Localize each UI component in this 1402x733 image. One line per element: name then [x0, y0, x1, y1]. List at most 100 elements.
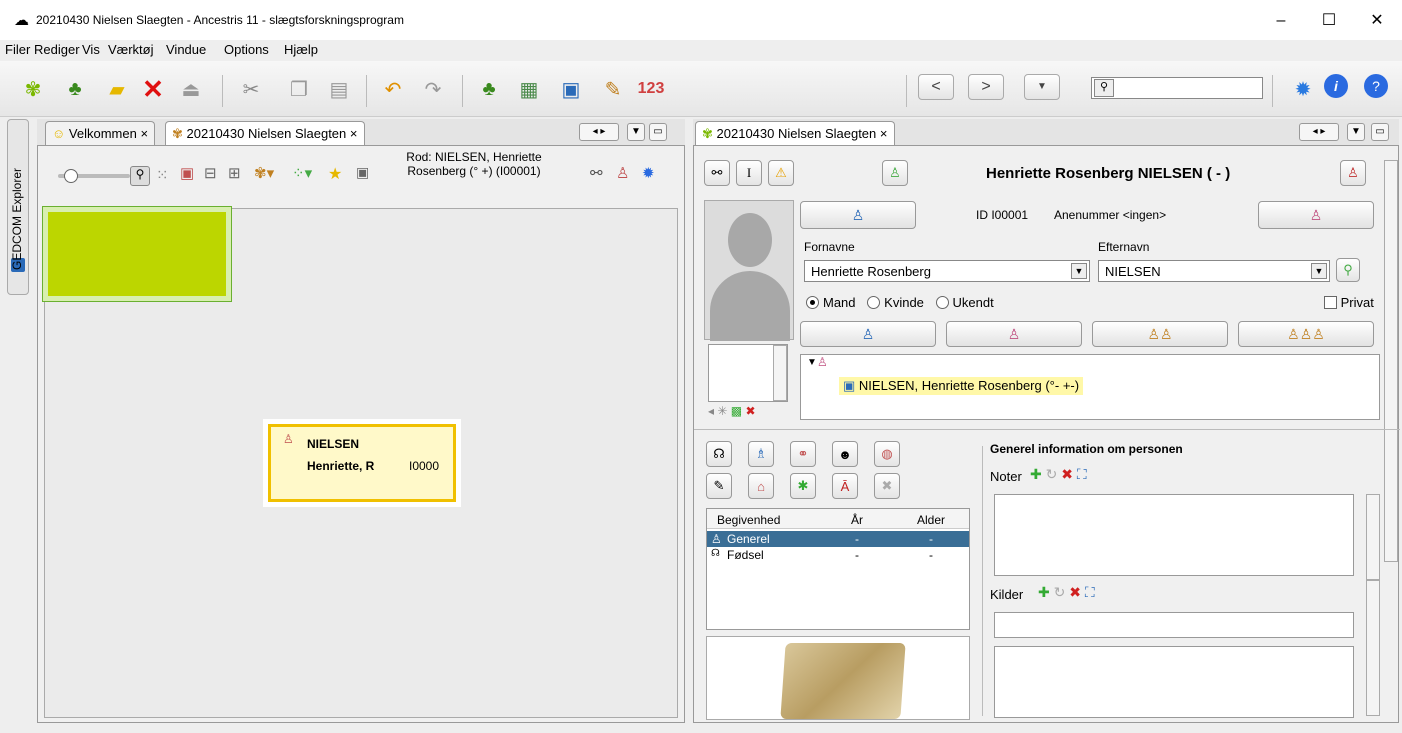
- menu-hjaelp[interactable]: Hjælp: [284, 42, 318, 57]
- nav-history-dropdown[interactable]: ▼: [1024, 74, 1060, 100]
- tree-icon[interactable]: ♣: [60, 74, 90, 104]
- mother-button[interactable]: ♙: [1258, 201, 1374, 229]
- events-table[interactable]: Begivenhed År Alder ♙ Generel - - ☊ Føds…: [706, 508, 970, 630]
- kilder-scrollbar[interactable]: [1366, 580, 1380, 716]
- add-mother-button[interactable]: ♙: [946, 321, 1082, 347]
- redo-icon[interactable]: ↷: [418, 74, 448, 104]
- refresh-source-icon[interactable]: ↻: [1054, 584, 1066, 600]
- birth-event-button[interactable]: ☊: [706, 441, 732, 467]
- maximize-panel-button[interactable]: ▭: [649, 123, 667, 141]
- undo-icon[interactable]: ↶: [378, 74, 408, 104]
- delete-event-button[interactable]: ✖: [874, 473, 900, 499]
- add-source-icon[interactable]: ✚: [1038, 584, 1050, 600]
- table-row[interactable]: ♙ Generel - -: [707, 531, 969, 547]
- kilder-list[interactable]: [994, 646, 1354, 718]
- residence-event-button[interactable]: ✎: [706, 473, 732, 499]
- zoom-fit-icon[interactable]: ⚲: [130, 166, 150, 186]
- tab-list-button[interactable]: ▼: [1347, 123, 1365, 141]
- overview-viewport[interactable]: [48, 212, 226, 296]
- tab-tree-view[interactable]: ✾ 20210430 Nielsen Slaegten ×: [165, 121, 365, 145]
- sex-ukendt-option[interactable]: Ukendt: [935, 295, 994, 310]
- menu-rediger[interactable]: Rediger: [34, 42, 80, 57]
- tab-person-editor[interactable]: ✾ 20210430 Nielsen Slaegten ×: [695, 121, 895, 145]
- marriage-event-button[interactable]: ⚭: [790, 441, 816, 467]
- occupation-event-button[interactable]: ☻: [832, 441, 858, 467]
- nav-forward-button[interactable]: >: [968, 74, 1004, 100]
- editor-scrollbar[interactable]: [1384, 160, 1398, 562]
- death-event-button[interactable]: ◍: [874, 441, 900, 467]
- open-folder-icon[interactable]: ▰: [102, 74, 132, 104]
- father-button[interactable]: ♙: [800, 201, 916, 229]
- photo-frame[interactable]: [704, 200, 794, 341]
- expand-source-icon[interactable]: ⛶: [1085, 584, 1095, 600]
- efternavn-dropdown-icon[interactable]: ▼: [1311, 263, 1327, 279]
- star-icon[interactable]: ★: [328, 164, 342, 184]
- name-search-button[interactable]: ⚲: [1336, 258, 1360, 282]
- table-row[interactable]: ☊ Fødsel - -: [707, 547, 969, 563]
- events-header-aar[interactable]: År: [851, 513, 863, 527]
- info-icon[interactable]: i: [1324, 74, 1348, 98]
- copy-icon[interactable]: ❐: [284, 74, 314, 104]
- fornavne-field[interactable]: Henriette Rosenberg ▼: [804, 260, 1090, 282]
- sex-kvinde-option[interactable]: Kvinde: [867, 295, 924, 310]
- kilder-input[interactable]: [994, 612, 1354, 638]
- delete-note-icon[interactable]: ✖: [1061, 466, 1073, 482]
- travel-event-button[interactable]: ✱: [790, 473, 816, 499]
- grid-icon[interactable]: ⁙: [156, 166, 169, 184]
- privat-check-box[interactable]: [1324, 296, 1337, 309]
- link-icon[interactable]: ⚯: [590, 164, 603, 182]
- menu-vis[interactable]: Vis: [82, 42, 100, 57]
- family-tree-list[interactable]: ▼ ♙ ▣ NIELSEN, Henriette Rosenberg (°- +…: [800, 354, 1380, 420]
- expand-note-icon[interactable]: ⛶: [1077, 466, 1087, 482]
- search-icon[interactable]: ⚲: [1094, 79, 1114, 97]
- expand-node-icon[interactable]: ▼: [807, 357, 817, 368]
- add-person-button[interactable]: ♙: [882, 160, 908, 186]
- sex-kvinde-radio[interactable]: [867, 296, 881, 309]
- link-button[interactable]: ⚯: [704, 160, 730, 186]
- menu-vaerktoej[interactable]: Værktøj: [108, 42, 154, 57]
- media-delete-icon[interactable]: ✖: [745, 404, 755, 418]
- add-father-button[interactable]: ♙: [800, 321, 936, 347]
- settings-gear-icon[interactable]: ✹: [1288, 74, 1318, 104]
- descendants-icon[interactable]: ⁘▾: [292, 164, 312, 182]
- close-tab-icon[interactable]: ×: [880, 126, 888, 141]
- upload-icon[interactable]: ⏏: [176, 74, 206, 104]
- add-children-button[interactable]: ♙♙♙: [1238, 321, 1374, 347]
- privat-checkbox[interactable]: Privat: [1324, 295, 1374, 310]
- menu-vindue[interactable]: Vindue: [166, 42, 206, 57]
- person-card[interactable]: ♙ NIELSEN Henriette, R I0000: [263, 419, 461, 507]
- efternavn-field[interactable]: NIELSEN ▼: [1098, 260, 1330, 282]
- warning-icon[interactable]: ⚠: [768, 160, 794, 186]
- refresh-note-icon[interactable]: ↻: [1046, 466, 1058, 482]
- tab-velkommen[interactable]: ☺ Velkommen ×: [45, 121, 156, 145]
- camera-icon[interactable]: ▣: [356, 164, 369, 181]
- sex-mand-radio[interactable]: [806, 296, 819, 309]
- close-tab-icon[interactable]: ×: [140, 126, 148, 141]
- calculator-icon[interactable]: ▦: [514, 74, 544, 104]
- maximize-panel-button[interactable]: ▭: [1371, 123, 1389, 141]
- noter-scrollbar[interactable]: [1366, 494, 1380, 580]
- sex-ukendt-radio[interactable]: [935, 296, 949, 309]
- zoom-slider-thumb[interactable]: [64, 169, 78, 183]
- tab-scroll-buttons[interactable]: ◂ ▸: [1299, 123, 1339, 141]
- help-icon[interactable]: ?: [1364, 74, 1388, 98]
- menu-options[interactable]: Options: [224, 42, 269, 57]
- address-book-icon[interactable]: ▣: [556, 74, 586, 104]
- close-window-button[interactable]: ✕: [1354, 6, 1400, 36]
- gedcom-explorer-tab[interactable]: GEDCOM Explorer: [7, 119, 29, 295]
- new-tree-icon[interactable]: ✾: [18, 74, 48, 104]
- tree-settings-icon[interactable]: ✹: [642, 164, 655, 182]
- add-note-icon[interactable]: ✚: [1030, 466, 1042, 482]
- sex-mand-option[interactable]: Mand: [806, 295, 856, 310]
- collapse-icon[interactable]: ⊟: [204, 164, 217, 182]
- cut-icon[interactable]: ✂: [236, 74, 266, 104]
- edit-icon[interactable]: ✎: [598, 74, 628, 104]
- family-tree-icon[interactable]: ♣: [474, 74, 504, 104]
- person-frame-icon[interactable]: ▣: [180, 164, 194, 182]
- other-event-button[interactable]: Ā: [832, 473, 858, 499]
- expand-icon[interactable]: ⊞: [228, 164, 241, 182]
- close-tab-icon[interactable]: ×: [350, 126, 358, 141]
- text-cursor-button[interactable]: I: [736, 160, 762, 186]
- media-prev-icon[interactable]: ◂: [708, 404, 714, 418]
- media-add-icon[interactable]: ▩: [731, 404, 742, 418]
